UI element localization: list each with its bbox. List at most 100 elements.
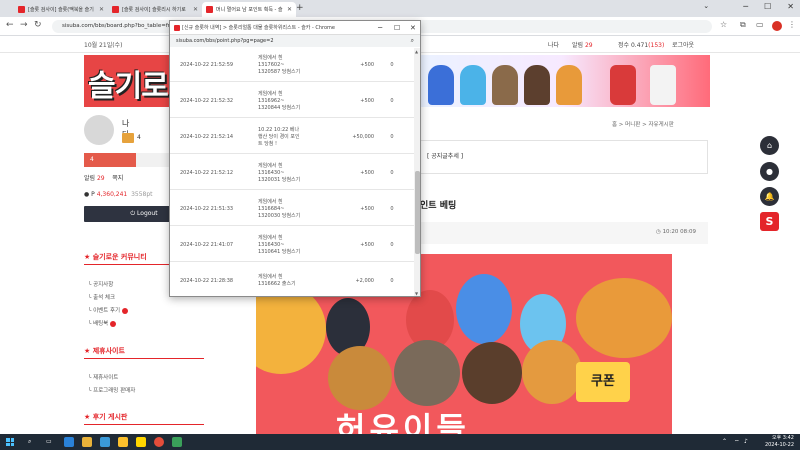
menu-item-program-seller[interactable]: └ 프로그래밍 판매자 xyxy=(88,386,135,394)
section-divider xyxy=(84,424,204,425)
point-history-row: 2024-10-22 21:51:33 게임에서 흰 1316684~ 13200… xyxy=(170,192,414,226)
maximize-button[interactable]: ☐ xyxy=(764,2,771,11)
menu-item-partner-site[interactable]: └ 제휴사이트 xyxy=(88,373,118,381)
home-fab-button[interactable]: ⌂ xyxy=(760,136,779,155)
otter-mascot xyxy=(524,65,550,105)
tab-close-icon[interactable]: ✕ xyxy=(287,6,292,13)
top-link-alerts[interactable]: 알림 29 xyxy=(572,40,593,49)
clock[interactable]: 오후 3:42 2024-10-22 xyxy=(765,435,794,449)
tab-title: 머니 멀어요 남 포인트 획득 - 슬 xyxy=(216,7,283,13)
shark-mascot xyxy=(460,65,486,105)
level-progress-tab[interactable]: 4 xyxy=(84,153,136,167)
zoom-icon[interactable]: ⌕ xyxy=(411,35,414,47)
browser-tab-1[interactable]: [슬롯 검사이] 슬롯(맥북을 슬기 ✕ xyxy=(14,2,108,17)
search-icon[interactable]: ⌕ xyxy=(28,438,31,446)
penguin-mascot xyxy=(428,65,454,105)
scroll-down-icon[interactable]: ▼ xyxy=(415,291,418,296)
row-description: 10.22 10:22 베나 행산 당이 경이 포인 트 당첨 ! xyxy=(258,126,300,147)
row-balance: 0 xyxy=(390,62,394,68)
popup-maximize-button[interactable]: ☐ xyxy=(394,21,400,35)
tab-close-icon[interactable]: ✕ xyxy=(193,6,198,13)
cat-mascot xyxy=(328,346,392,410)
extensions-icon[interactable]: ⧉ xyxy=(740,20,746,30)
row-time: 2024-10-22 21:51:33 xyxy=(180,206,234,212)
row-balance: 0 xyxy=(390,170,394,176)
section-title-community: ★ 슬기로운 커뮤니티 xyxy=(84,253,147,261)
back-arrow-icon[interactable]: ← xyxy=(6,20,14,30)
network-icon[interactable]: ⌔ xyxy=(734,438,740,446)
windows-start-icon[interactable] xyxy=(6,438,14,446)
section-divider xyxy=(84,358,204,359)
tab-search-icon[interactable]: ⌄ xyxy=(703,2,709,10)
reload-icon[interactable]: ↻ xyxy=(34,20,42,30)
row-time: 2024-10-22 21:52:14 xyxy=(180,134,234,140)
row-balance: 0 xyxy=(390,242,394,248)
popup-scrollbar[interactable]: ▲ ▼ xyxy=(414,48,420,296)
menu-item-event-review[interactable]: └ 이벤트 후기 xyxy=(88,306,129,314)
grey-cat-mascot xyxy=(394,340,460,406)
popup-address-bar[interactable]: sisuba.com/bbs/point.php?pg=page=2 ⌕ xyxy=(170,35,420,47)
edge-icon[interactable] xyxy=(64,437,74,447)
mail-icon[interactable] xyxy=(100,437,110,447)
user-avatar[interactable] xyxy=(84,115,114,145)
kakaotalk-icon[interactable] xyxy=(118,437,128,447)
minimize-button[interactable]: ─ xyxy=(743,2,748,11)
menu-kebab-icon[interactable]: ⋮ xyxy=(788,20,796,29)
point-history-row: 2024-10-22 21:52:32 게임에서 흰 1316962~ 13208… xyxy=(170,84,414,118)
task-view-icon[interactable]: ▭ xyxy=(46,438,52,445)
site-s-fab-button[interactable]: S xyxy=(760,212,779,231)
post-title: 인트 베팅 xyxy=(420,201,457,211)
row-point: +500 xyxy=(360,98,374,104)
forward-arrow-icon[interactable]: → xyxy=(20,20,28,30)
popup-minimize-button[interactable]: ─ xyxy=(378,21,382,35)
file-explorer-icon[interactable] xyxy=(82,437,92,447)
top-link-points[interactable]: 정수 0.471(153) xyxy=(618,40,664,49)
point-history-row: 2024-10-22 21:52:59 게임에서 흰 1317602~ 13205… xyxy=(170,48,414,82)
site-logo[interactable]: 슬기로 xyxy=(88,61,169,105)
app-icon[interactable] xyxy=(172,437,182,447)
fried-chicken-art xyxy=(576,278,672,358)
popup-close-button[interactable]: ✕ xyxy=(410,21,416,35)
point-history-popup: [신규 슬롯하 내역] > 슬롯리얼톱 대물 슬롯하위리스트 - 슬카 - Ch… xyxy=(169,20,421,297)
sidepanel-icon[interactable]: ▭ xyxy=(756,20,764,29)
top-link-nickname[interactable]: 나다 xyxy=(548,40,559,49)
site-favicon xyxy=(112,6,119,13)
breadcrumb[interactable]: 홈 > 머니판 > 자유게시판 xyxy=(612,120,674,128)
menu-item-attendance[interactable]: └ 출석 체크 xyxy=(88,293,115,301)
notification-fab-button[interactable]: 🔔 xyxy=(760,187,779,206)
popup-title-bar[interactable]: [신규 슬롯하 내역] > 슬롯리얼톱 대물 슬롯하위리스트 - 슬카 - Ch… xyxy=(170,21,420,35)
bookmark-star-icon[interactable]: ☆ xyxy=(720,20,727,29)
site-favicon xyxy=(174,24,180,31)
playing-card-art xyxy=(650,65,676,105)
scrollbar-thumb[interactable] xyxy=(415,171,420,254)
menu-item-betting[interactable]: └ 배팅북 xyxy=(88,319,117,327)
logout-link[interactable]: 로그아웃 xyxy=(672,40,694,49)
tab-title: [슬롯 검사이] 슬롯리시 하기로 xyxy=(122,7,186,13)
profile-avatar[interactable] xyxy=(772,21,782,31)
chrome-icon[interactable] xyxy=(154,437,164,447)
close-button[interactable]: ✕ xyxy=(787,2,794,11)
point-history-row: 2024-10-22 21:28:38 게임에서 흰 1316662 출스기 +2,… xyxy=(170,264,414,296)
tab-close-icon[interactable]: ✕ xyxy=(99,6,104,13)
scroll-up-icon[interactable]: ▲ xyxy=(415,49,418,54)
point-history-row: 2024-10-22 21:41:07 게임에서 흰 1316430~ 13106… xyxy=(170,228,414,262)
notice-box: [ 공지글추세 ] xyxy=(418,140,708,174)
user-fab-button[interactable]: ● xyxy=(760,162,779,181)
row-time: 2024-10-22 21:52:12 xyxy=(180,170,234,176)
browser-tab-3-active[interactable]: 머니 멀어요 남 포인트 획득 - 슬 ✕ xyxy=(202,2,296,17)
slot-machine-art xyxy=(610,65,636,105)
otter-mascot xyxy=(462,342,522,404)
tab-title: [슬롯 검사이] 슬롯(맥북을 슬기 xyxy=(28,7,94,13)
row-description: 게임에서 흰 1317602~ 1320587 당첨스기 xyxy=(258,54,301,75)
new-tab-button[interactable]: + xyxy=(296,3,304,13)
menu-item-notice[interactable]: └ 공지사항 xyxy=(88,280,113,288)
volume-icon[interactable]: ♪ xyxy=(744,438,748,445)
tray-chevron-icon[interactable]: ⌃ xyxy=(722,438,727,445)
notice-text[interactable]: [ 공지글추세 ] xyxy=(427,151,463,160)
row-balance: 0 xyxy=(390,278,394,284)
app-icon[interactable] xyxy=(136,437,146,447)
browser-tab-2[interactable]: [슬롯 검사이] 슬롯리시 하기로 ✕ xyxy=(108,2,202,17)
point-history-row: 2024-10-22 21:52:14 10.22 10:22 베나 행산 당이 … xyxy=(170,120,414,154)
row-time: 2024-10-22 21:41:07 xyxy=(180,242,234,248)
section-title-review: ★ 후기 게시판 xyxy=(84,413,128,421)
